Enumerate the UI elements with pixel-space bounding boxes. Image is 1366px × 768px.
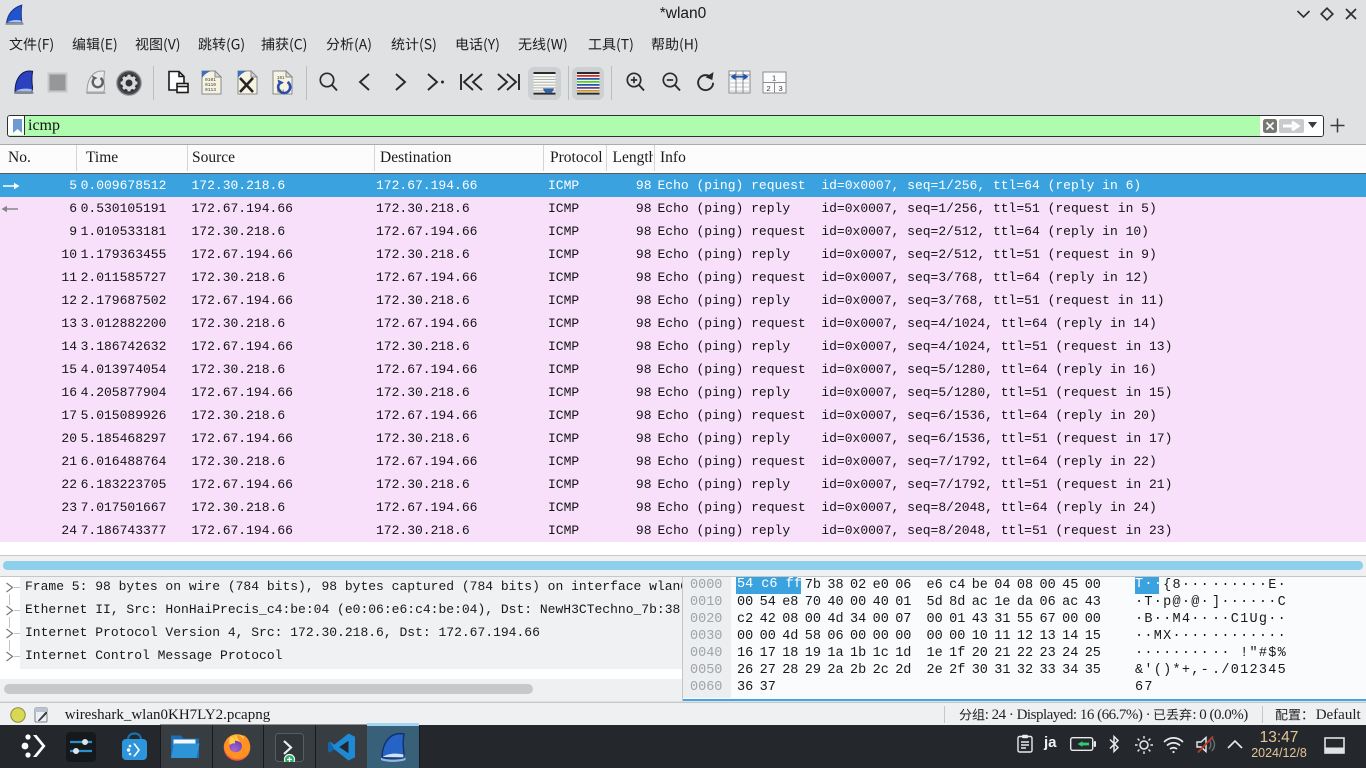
svg-text:101: 101 xyxy=(277,77,285,81)
svg-text:011: 011 xyxy=(277,91,285,95)
svg-text:0113: 0113 xyxy=(205,87,216,93)
svg-text:3: 3 xyxy=(779,84,783,93)
svg-text:1: 1 xyxy=(772,74,776,83)
svg-text:2: 2 xyxy=(767,84,771,93)
